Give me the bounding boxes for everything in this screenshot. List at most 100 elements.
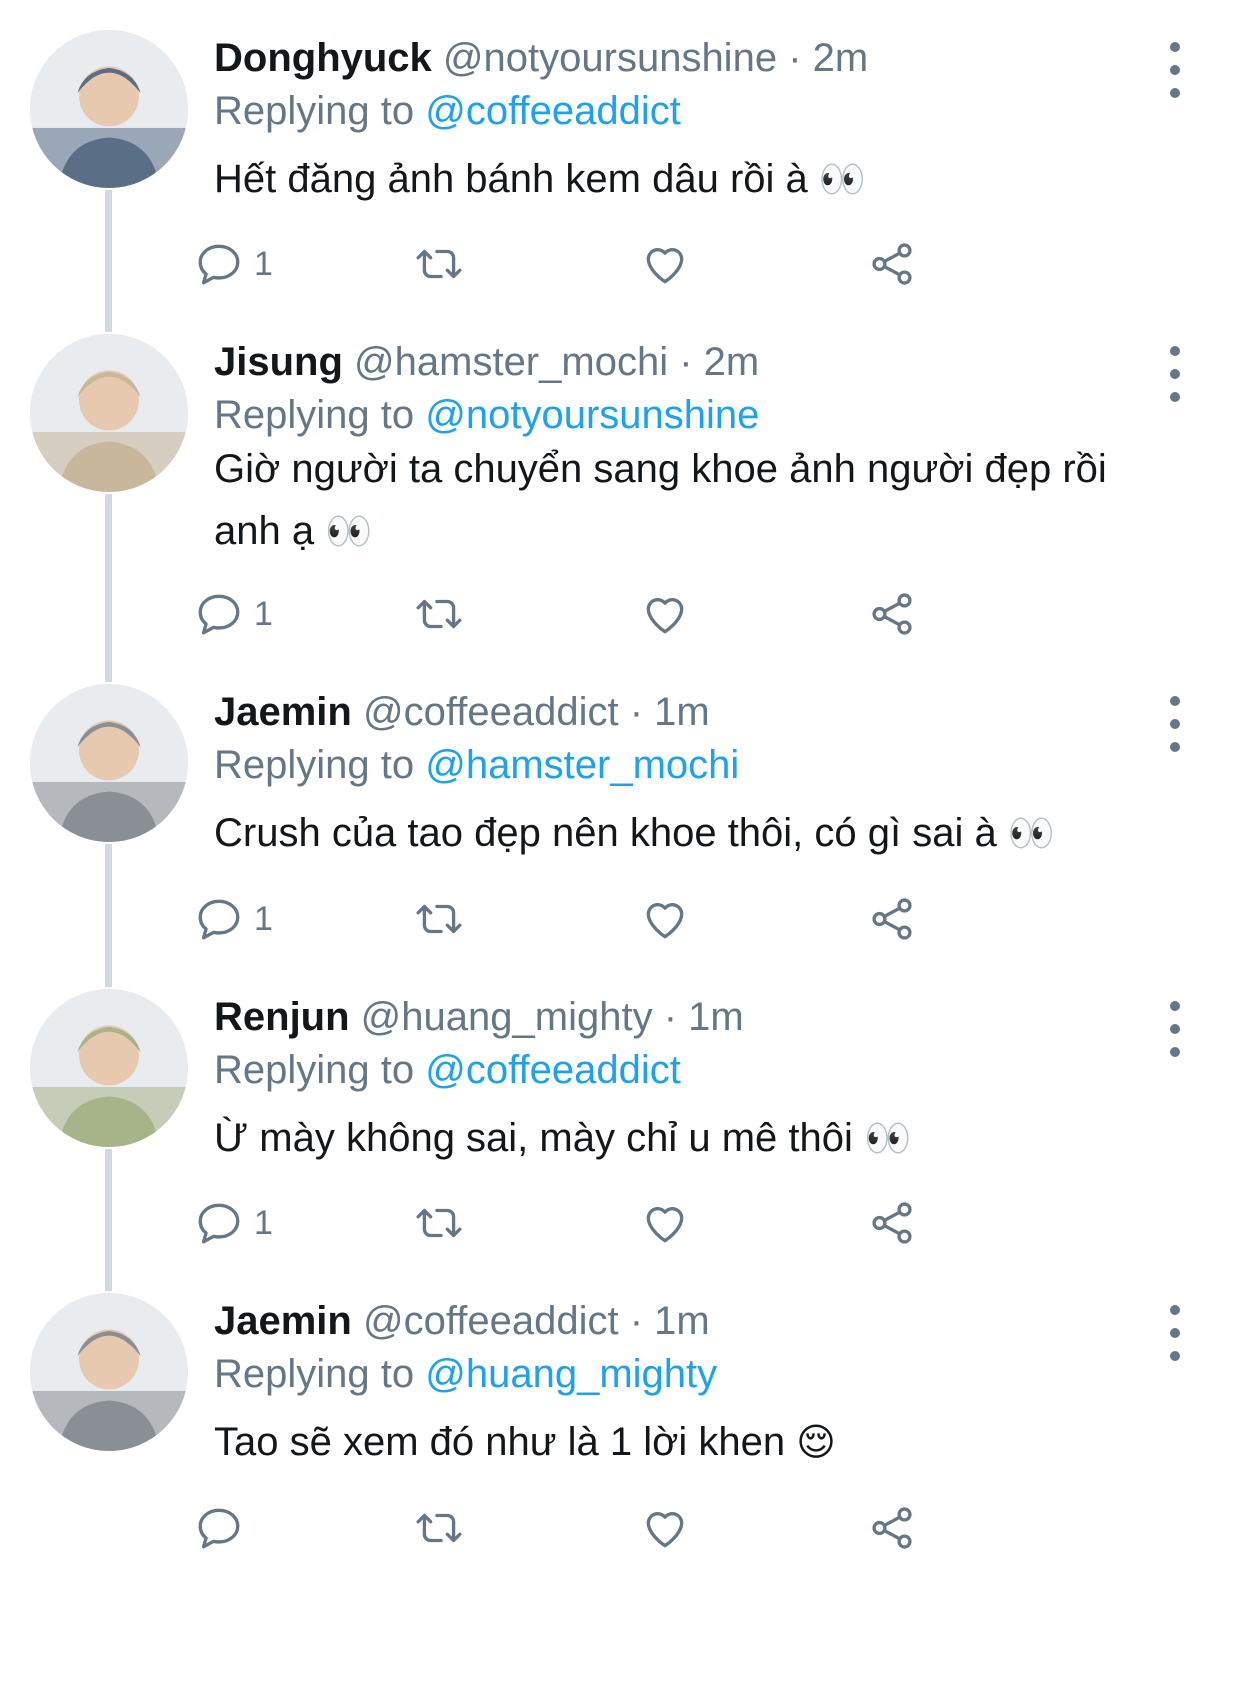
share-button[interactable] (867, 586, 917, 642)
share-button[interactable] (867, 891, 917, 947)
share-icon (867, 239, 917, 289)
like-button[interactable] (640, 586, 690, 642)
retweet-icon (414, 894, 464, 944)
reply-count: 1 (254, 594, 273, 633)
emoji: 👀 (864, 1118, 912, 1160)
display-name[interactable]: Renjun (214, 995, 350, 1039)
tweet-text: Ừ mày không sai, mày chỉ u mê thôi 👀 (214, 1107, 1164, 1170)
user-handle[interactable]: @coffeeaddict (363, 1299, 619, 1343)
avatar[interactable] (30, 684, 188, 842)
reply-count: 1 (254, 899, 273, 938)
tweet-text: Giờ người ta chuyển sang khoe ảnh người … (214, 438, 1164, 563)
action-bar (198, 1500, 1114, 1556)
display-name[interactable]: Jaemin (214, 690, 352, 734)
tweet-header: Donghyuck @notyoursunshine · 2m (214, 32, 868, 84)
replying-to-label: Replying to (214, 1352, 415, 1396)
action-bar: 1 (198, 891, 1114, 947)
like-button[interactable] (640, 236, 690, 292)
tweet-text-content: Ừ mày không sai, mày chỉ u mê thôi (214, 1116, 853, 1160)
reply-thread: Donghyuck @notyoursunshine · 2m Replying … (0, 0, 1242, 1701)
replying-to-handle[interactable]: @huang_mighty (425, 1352, 717, 1396)
reply-button[interactable]: 1 (194, 891, 273, 947)
retweet-button[interactable] (414, 236, 464, 292)
like-button[interactable] (640, 891, 690, 947)
retweet-button[interactable] (414, 1500, 464, 1556)
reply-icon (194, 589, 244, 639)
avatar[interactable] (30, 1293, 188, 1451)
tweet-header: Jisung @hamster_mochi · 2m (214, 336, 759, 388)
timestamp[interactable]: · 1m (630, 1299, 710, 1343)
replying-to-handle[interactable]: @notyoursunshine (425, 393, 759, 437)
share-button[interactable] (867, 1195, 917, 1251)
heart-icon (640, 894, 690, 944)
thread-connector-line (105, 190, 112, 332)
heart-icon (640, 589, 690, 639)
share-icon (867, 894, 917, 944)
user-handle[interactable]: @coffeeaddict (363, 690, 619, 734)
reply-count: 1 (254, 244, 273, 283)
display-name[interactable]: Jisung (214, 340, 343, 384)
reply-count: 1 (254, 1203, 273, 1242)
tweet-text-content: Hết đăng ảnh bánh kem dâu rồi à (214, 157, 808, 201)
user-handle[interactable]: @notyoursunshine (443, 36, 777, 80)
action-bar: 1 (198, 1195, 1114, 1251)
user-handle[interactable]: @huang_mighty (361, 995, 653, 1039)
user-handle[interactable]: @hamster_mochi (354, 340, 668, 384)
reply-button[interactable]: 1 (194, 236, 273, 292)
replying-to-handle[interactable]: @coffeeaddict (425, 89, 681, 133)
tweet-text: Crush của tao đẹp nên khoe thôi, có gì s… (214, 802, 1164, 865)
more-vertical-icon[interactable] (1165, 1303, 1185, 1363)
thread-connector-line (105, 494, 112, 682)
tweet-header: Renjun @huang_mighty · 1m (214, 991, 744, 1043)
replying-to-handle[interactable]: @coffeeaddict (425, 1048, 681, 1092)
avatar[interactable] (30, 30, 188, 188)
timestamp[interactable]: · 2m (679, 340, 759, 384)
action-bar: 1 (198, 236, 1114, 292)
retweet-icon (414, 1198, 464, 1248)
replying-to-handle[interactable]: @hamster_mochi (425, 743, 739, 787)
retweet-button[interactable] (414, 1195, 464, 1251)
replying-to-line: Replying to @coffeeaddict (214, 85, 681, 137)
reply-button[interactable] (194, 1500, 254, 1556)
reply-tweet[interactable]: Donghyuck @notyoursunshine · 2m Replying … (0, 30, 1242, 334)
retweet-button[interactable] (414, 586, 464, 642)
more-vertical-icon[interactable] (1165, 40, 1185, 100)
reply-tweet[interactable]: Jaemin @coffeeaddict · 1m Replying to @ha… (0, 684, 1242, 989)
emoji: 👀 (1007, 813, 1056, 855)
timestamp[interactable]: · 2m (788, 36, 868, 80)
more-vertical-icon[interactable] (1165, 344, 1185, 404)
display-name[interactable]: Jaemin (214, 1299, 352, 1343)
share-button[interactable] (867, 236, 917, 292)
tweet-text-content: Crush của tao đẹp nên khoe thôi, có gì s… (214, 811, 997, 855)
like-button[interactable] (640, 1500, 690, 1556)
reply-tweet[interactable]: Renjun @huang_mighty · 1m Replying to @co… (0, 989, 1242, 1293)
retweet-icon (414, 1503, 464, 1553)
reply-tweet[interactable]: Jisung @hamster_mochi · 2m Replying to @n… (0, 334, 1242, 684)
retweet-button[interactable] (414, 891, 464, 947)
replying-to-line: Replying to @huang_mighty (214, 1348, 717, 1400)
retweet-icon (414, 239, 464, 289)
timestamp[interactable]: · 1m (664, 995, 744, 1039)
emoji: 👀 (818, 159, 867, 201)
reply-button[interactable]: 1 (194, 1195, 273, 1251)
avatar[interactable] (30, 989, 188, 1147)
thread-connector-line (105, 844, 112, 987)
reply-tweet[interactable]: Jaemin @coffeeaddict · 1m Replying to @hu… (0, 1293, 1242, 1701)
like-button[interactable] (640, 1195, 690, 1251)
replying-to-label: Replying to (214, 89, 415, 133)
replying-to-label: Replying to (214, 743, 415, 787)
reply-button[interactable]: 1 (194, 586, 273, 642)
tweet-text: Tao sẽ xem đó như là 1 lời khen 😌 (214, 1411, 1164, 1474)
avatar[interactable] (30, 334, 188, 492)
more-vertical-icon[interactable] (1165, 999, 1185, 1059)
more-vertical-icon[interactable] (1165, 694, 1185, 754)
timestamp[interactable]: · 1m (630, 690, 710, 734)
thread-connector-line (105, 1149, 112, 1291)
emoji: 👀 (325, 511, 373, 553)
reply-icon (194, 894, 244, 944)
reply-icon (194, 1503, 244, 1553)
tweet-text: Hết đăng ảnh bánh kem dâu rồi à 👀 (214, 148, 1164, 211)
reply-icon (194, 1198, 244, 1248)
share-button[interactable] (867, 1500, 917, 1556)
display-name[interactable]: Donghyuck (214, 36, 432, 80)
